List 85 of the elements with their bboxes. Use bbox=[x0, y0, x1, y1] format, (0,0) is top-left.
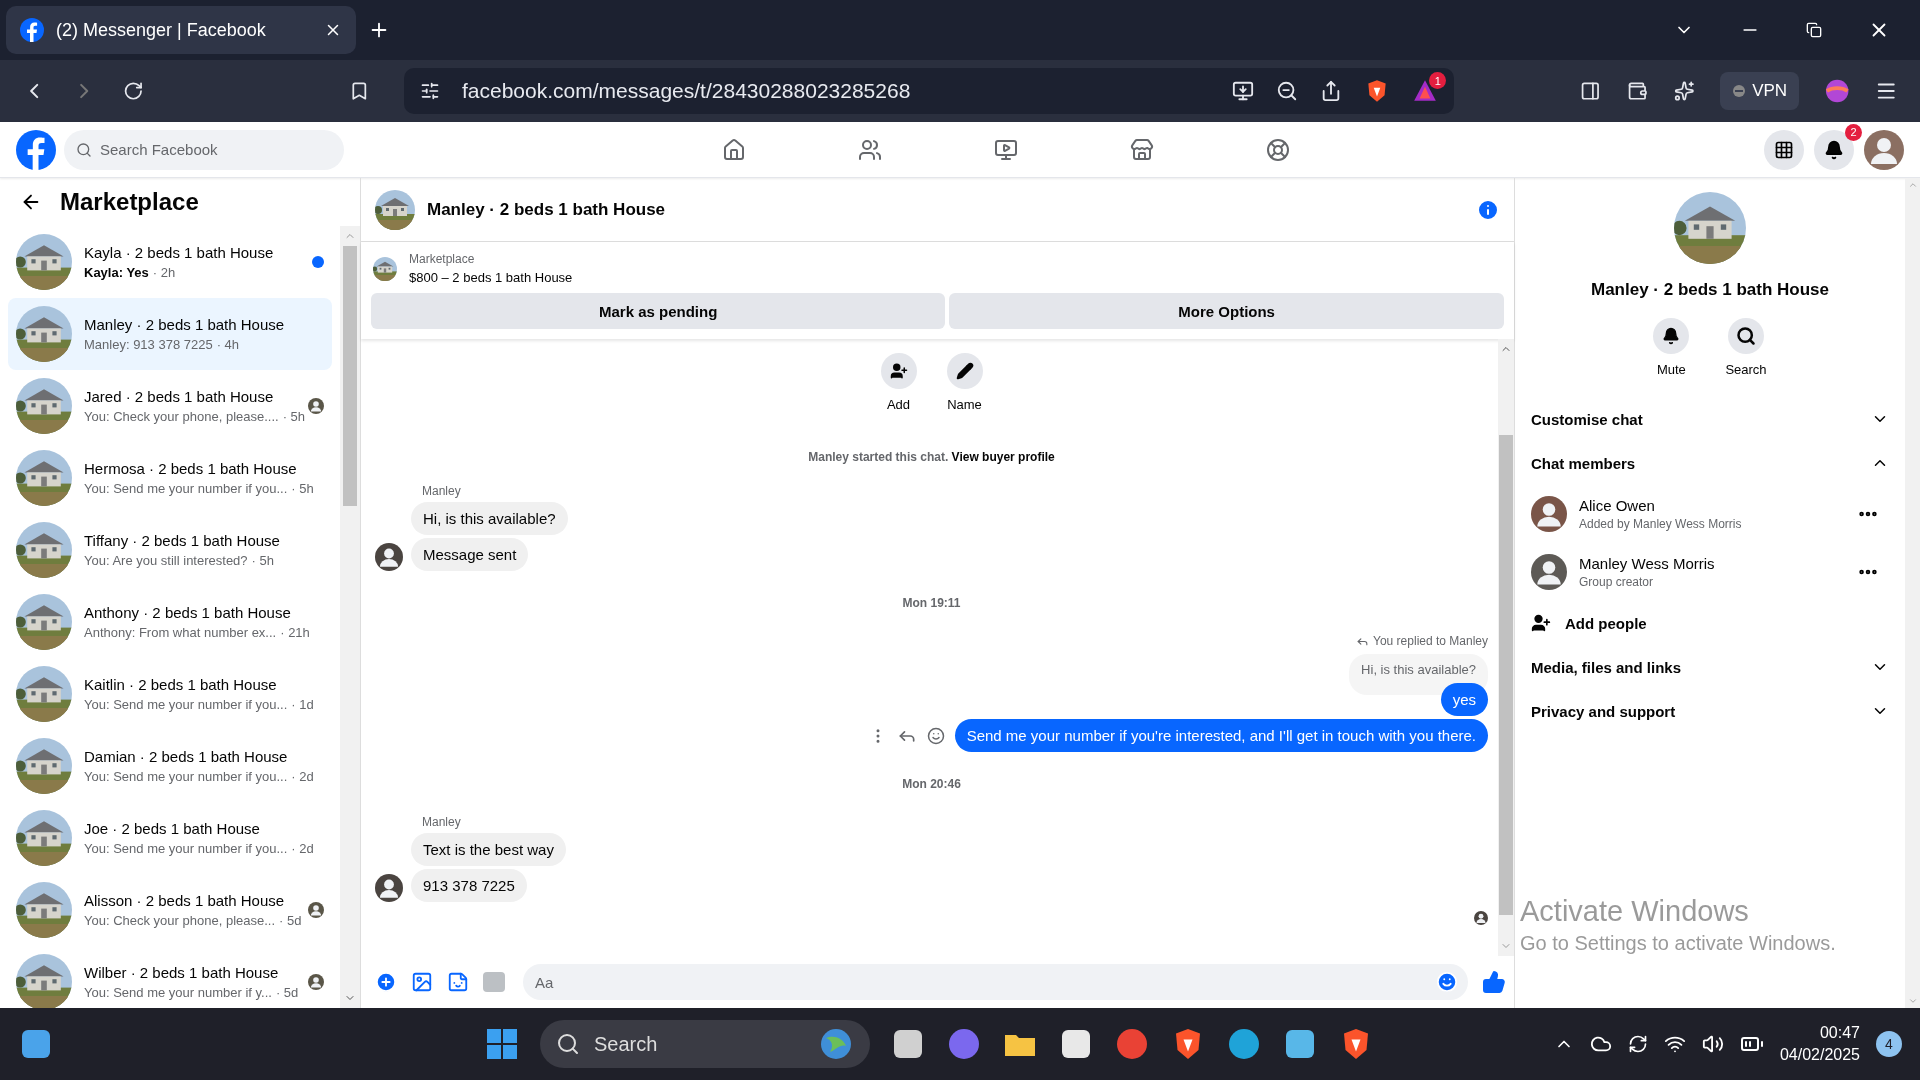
message-time: · 1d bbox=[291, 697, 314, 712]
message-preview: Manley: 913 378 7225 bbox=[84, 337, 213, 352]
conversation-name: Anthony · 2 beds 1 bath House bbox=[84, 604, 292, 621]
conversation-item[interactable]: Jared · 2 beds 1 bath House You: Check your phone, please.... · 5h bbox=[8, 370, 332, 442]
message-time: · 5d bbox=[275, 985, 299, 1000]
message-time: · 2d bbox=[291, 769, 314, 784]
taskbar-search[interactable]: Search bbox=[540, 1020, 870, 1068]
member-name: Alice Owen bbox=[1579, 497, 1656, 514]
timestamp: Mon 20:46 bbox=[901, 777, 962, 791]
message-bubble: Text is the best way bbox=[411, 833, 566, 866]
sender-name: Manley bbox=[422, 815, 462, 829]
message-bubble: Hi, is this available? bbox=[411, 502, 568, 535]
reply-note: You replied to Manley bbox=[1373, 634, 1488, 648]
timestamp: Mon 19:11 bbox=[901, 596, 962, 610]
conversation-item[interactable]: Damian · 2 beds 1 bath House You: Send me your number if you... · 2d bbox=[8, 730, 332, 802]
conversation-name: Manley · 2 beds 1 bath House bbox=[84, 316, 286, 333]
message-bubble: Message sent bbox=[411, 538, 529, 571]
message-preview: Kayla: Yes bbox=[84, 265, 149, 280]
chat-start-note: Manley started this chat. View buyer profile bbox=[807, 450, 1056, 464]
message-preview: You: Send me your number if y... bbox=[84, 985, 272, 1000]
conversation-name: Kayla · 2 beds 1 bath House bbox=[84, 244, 275, 261]
conversation-name: Alisson · 2 beds 1 bath House bbox=[84, 892, 286, 909]
listing-title: $800 – 2 beds 1 bath House bbox=[409, 270, 573, 285]
conversation-item[interactable]: Joe · 2 beds 1 bath House You: Send me your number if you... · 2d bbox=[8, 802, 332, 874]
conversation-item[interactable]: Kayla · 2 beds 1 bath House Kayla: Yes · 2h bbox=[8, 226, 332, 298]
quoted-message: Hi, is this available? bbox=[1349, 654, 1488, 695]
activation-title: Activate Windows bbox=[1520, 895, 1749, 928]
section-header[interactable]: Media, files and links bbox=[1531, 645, 1889, 689]
listing-button[interactable]: More Options bbox=[949, 293, 1504, 329]
chat-title: Manley · 2 beds 1 bath House bbox=[427, 199, 667, 220]
message-preview: You: Check your phone, please.... bbox=[84, 409, 279, 424]
message-bubble: Send me your number if you're interested, and I'll get in touch with you there. bbox=[954, 719, 1488, 752]
message-preview: You: Are you still interested? bbox=[84, 553, 248, 568]
section-header[interactable]: Customise chat bbox=[1531, 397, 1889, 441]
conversation-name: Hermosa · 2 beds 1 bath House bbox=[84, 460, 298, 477]
clock[interactable]: 00:47 04/02/2025 bbox=[1779, 1024, 1860, 1064]
chat-title: Manley · 2 beds 1 bath House bbox=[1589, 280, 1831, 300]
message-time: · 5d bbox=[279, 913, 302, 928]
conversation-name: Damian · 2 beds 1 bath House bbox=[84, 748, 289, 765]
search-field[interactable]: Search Facebook bbox=[64, 129, 344, 170]
notification-count[interactable]: 4 bbox=[1876, 1031, 1902, 1057]
message-preview: You: Send me your number if you... bbox=[84, 481, 288, 496]
conversation-item[interactable]: Hermosa · 2 beds 1 bath House You: Send me your number if you... · 5h bbox=[8, 442, 332, 514]
sender-name: Manley bbox=[422, 484, 462, 498]
vpn-button[interactable]: VPN bbox=[1720, 72, 1800, 110]
message-time: · 5h bbox=[251, 553, 274, 568]
address-bar[interactable]: facebook.com/messages/t/28430288023285268 1 bbox=[404, 68, 1455, 114]
message-time: · 21h bbox=[280, 625, 310, 640]
browser-tab[interactable]: (2) Messenger | Facebook bbox=[6, 6, 356, 54]
conversation-name: Kaitlin · 2 beds 1 bath House bbox=[84, 676, 278, 693]
message-field[interactable]: Aa bbox=[523, 964, 1468, 1000]
message-preview: You: Check your phone, please... bbox=[84, 913, 276, 928]
message-time: · 2h bbox=[152, 265, 176, 280]
member-name: Manley Wess Morris bbox=[1579, 555, 1716, 572]
conversation-name: Tiffany · 2 beds 1 bath House bbox=[84, 532, 281, 549]
conversation-item[interactable]: Tiffany · 2 beds 1 bath House You: Are you still interested? · 5h bbox=[8, 514, 332, 586]
message-preview: You: Send me your number if you... bbox=[84, 769, 288, 784]
conversation-item[interactable]: Manley · 2 beds 1 bath House Manley: 913 378 7225 · 4h bbox=[8, 298, 332, 370]
activation-text: Go to Settings to activate Windows. bbox=[1520, 932, 1836, 955]
add-people-button[interactable]: Add people bbox=[1531, 601, 1889, 645]
conversation-item[interactable]: Alisson · 2 beds 1 bath House You: Check your phone, please... · 5d bbox=[8, 874, 332, 946]
section-header[interactable]: Chat members bbox=[1531, 441, 1889, 485]
conversation-name: Joe · 2 beds 1 bath House bbox=[84, 820, 261, 837]
listing-label: Marketplace bbox=[409, 252, 476, 266]
section-header[interactable]: Privacy and support bbox=[1531, 689, 1889, 733]
member-role: Group creator bbox=[1579, 575, 1655, 589]
conversation-item[interactable]: Anthony · 2 beds 1 bath House Anthony: From what number ex... · 21h bbox=[8, 586, 332, 658]
message-preview: You: Send me your number if you... bbox=[84, 841, 288, 856]
message-preview: You: Send me your number if you... bbox=[84, 697, 288, 712]
message-bubble: 913 378 7225 bbox=[411, 869, 527, 902]
conversation-name: Jared · 2 beds 1 bath House bbox=[84, 388, 275, 405]
alert-count: 1 bbox=[1429, 72, 1447, 89]
buyer-profile-link[interactable]: View buyer profile bbox=[951, 450, 1055, 464]
message-bubble: yes bbox=[1440, 683, 1488, 716]
sidebar-title: Marketplace bbox=[60, 188, 199, 216]
member-role: Added by Manley Wess Morris bbox=[1579, 517, 1743, 531]
notification-count: 2 bbox=[1845, 123, 1862, 141]
message-time: · 5h bbox=[291, 481, 314, 496]
listing-button[interactable]: Mark as pending bbox=[371, 293, 946, 329]
message-time: · 2d bbox=[291, 841, 314, 856]
message-time: · 4h bbox=[216, 337, 240, 352]
conversation-name: Wilber · 2 beds 1 bath House bbox=[84, 964, 280, 981]
conversation-item[interactable]: Kaitlin · 2 beds 1 bath House You: Send me your number if you... · 1d bbox=[8, 658, 332, 730]
message-time: · 5h bbox=[282, 409, 306, 424]
message-preview: Anthony: From what number ex... bbox=[84, 625, 277, 640]
